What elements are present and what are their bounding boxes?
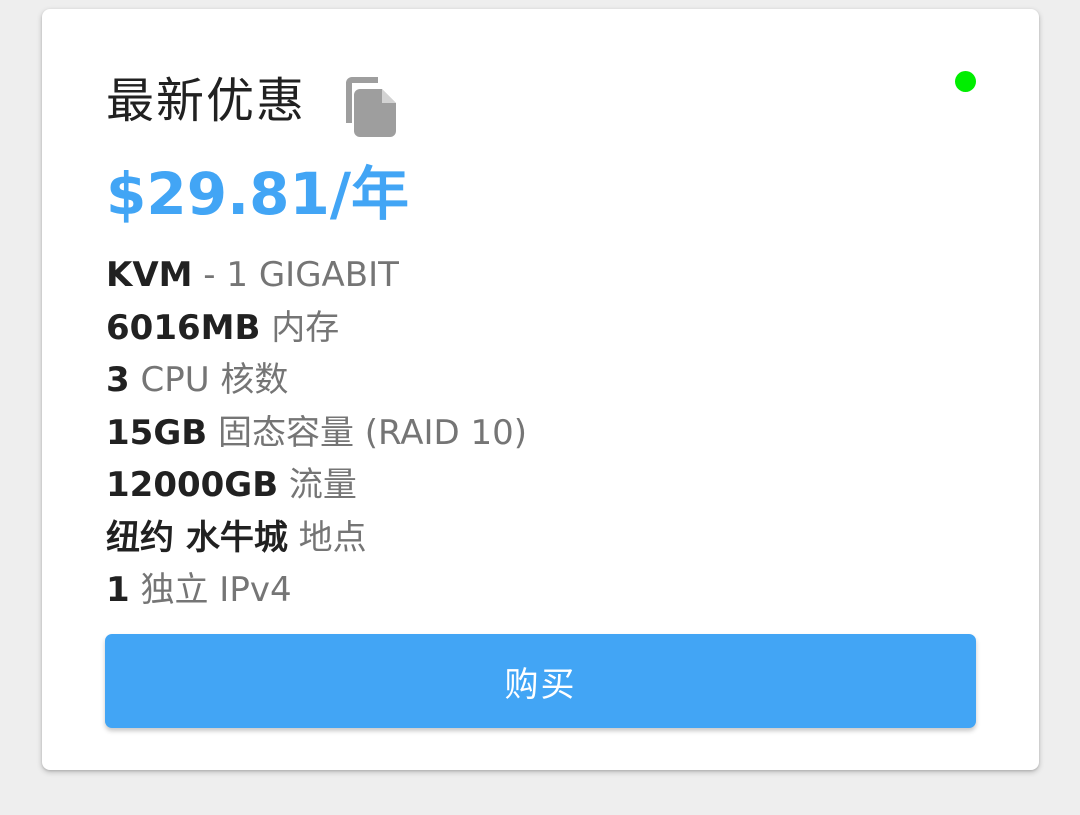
card-header: 最新优惠 xyxy=(106,65,398,137)
spec-label: 流量 xyxy=(278,465,357,505)
spec-item-virtualization: KVM - 1 GIGABIT xyxy=(106,249,527,302)
spec-label: 内存 xyxy=(260,307,340,348)
status-indicator xyxy=(955,71,976,92)
spec-value: 12000GB xyxy=(106,465,279,505)
spec-label: CPU 核数 xyxy=(129,360,289,400)
buy-button[interactable]: 购买 xyxy=(105,634,976,728)
spec-item-ipv4: 1 独立 IPv4 xyxy=(106,564,527,617)
spec-item-location: 纽约 水牛城 地点 xyxy=(106,512,527,565)
spec-item-storage: 15GB 固态容量 (RAID 10) xyxy=(106,407,527,460)
copy-icon[interactable] xyxy=(344,75,398,137)
price: $29.81/年 xyxy=(106,160,409,228)
spec-value: 纽约 水牛城 xyxy=(106,517,288,558)
spec-value: 1 xyxy=(106,570,130,610)
spec-item-bandwidth: 12000GB 流量 xyxy=(106,459,527,512)
buy-button-label: 购买 xyxy=(504,664,577,705)
spec-value: 6016MB xyxy=(106,307,261,348)
spec-value: 3 xyxy=(106,360,130,400)
spec-value: KVM xyxy=(106,255,193,295)
spec-label: 地点 xyxy=(287,517,367,558)
spec-item-cpu: 3 CPU 核数 xyxy=(106,354,527,407)
spec-label: 独立 IPv4 xyxy=(129,570,292,610)
spec-label: - 1 GIGABIT xyxy=(192,255,399,295)
spec-list: KVM - 1 GIGABIT 6016MB 内存 3 CPU 核数 15GB … xyxy=(106,249,527,617)
card-title: 最新优惠 xyxy=(106,73,307,129)
spec-item-memory: 6016MB 内存 xyxy=(106,302,527,355)
spec-label: 固态容量 (RAID 10) xyxy=(207,412,528,453)
spec-value: 15GB xyxy=(106,412,208,453)
offer-card: 最新优惠 $29.81/年 KVM - 1 GIGABIT 6016MB 内存 … xyxy=(42,9,1039,770)
